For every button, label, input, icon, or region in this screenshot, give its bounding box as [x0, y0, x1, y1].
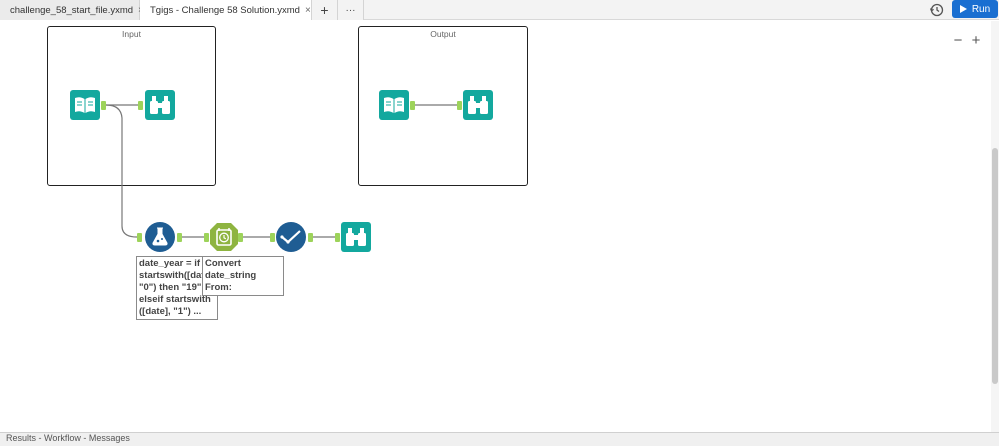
output-anchor[interactable] — [308, 233, 313, 242]
close-icon[interactable]: × — [305, 5, 311, 16]
zoom-in-button[interactable]: + — [967, 31, 985, 49]
input-anchor[interactable] — [335, 233, 340, 242]
container-title: Input — [122, 29, 141, 39]
tab-label: Tgigs - Challenge 58 Solution.yxmd — [150, 4, 300, 16]
output-anchor[interactable] — [177, 233, 182, 242]
output-anchor[interactable] — [410, 101, 415, 110]
open-book-icon[interactable] — [70, 90, 100, 120]
play-icon — [959, 5, 967, 13]
results-panel-label: Results - Workflow - Messages — [6, 433, 130, 443]
document-tab-bar: challenge_58_start_file.yxmd × Tgigs - C… — [0, 0, 999, 20]
binoculars-icon[interactable] — [463, 90, 493, 120]
input-anchor[interactable] — [457, 101, 462, 110]
output-anchor[interactable] — [238, 233, 243, 242]
tab-challenge-58-solution[interactable]: Tgigs - Challenge 58 Solution.yxmd × — [140, 0, 312, 20]
tab-challenge-58-start-file[interactable]: challenge_58_start_file.yxmd × — [0, 0, 144, 20]
container-title: Output — [430, 29, 456, 39]
input-anchor[interactable] — [270, 233, 275, 242]
clock-icon[interactable] — [209, 222, 239, 252]
scrollbar-thumb[interactable] — [992, 148, 998, 384]
binoculars-icon[interactable] — [145, 90, 175, 120]
datetime-annotation: Convert date_string From: yyyyMMdd — [202, 256, 284, 296]
flask-icon[interactable] — [145, 222, 175, 252]
checkmark-icon[interactable] — [276, 222, 306, 252]
open-book-icon[interactable] — [379, 90, 409, 120]
alteryx-designer-window: challenge_58_start_file.yxmd × Tgigs - C… — [0, 0, 999, 446]
input-anchor[interactable] — [138, 101, 143, 110]
run-button[interactable]: Run — [952, 0, 998, 18]
zoom-out-button[interactable]: − — [949, 31, 967, 49]
binoculars-icon[interactable] — [341, 222, 371, 252]
results-panel-bar[interactable]: Results - Workflow - Messages — [0, 432, 999, 446]
more-tabs-button[interactable]: ··· — [338, 0, 364, 20]
add-tab-button[interactable]: + — [312, 0, 338, 20]
input-anchor[interactable] — [137, 233, 142, 242]
tab-label: challenge_58_start_file.yxmd — [10, 4, 134, 16]
run-label: Run — [971, 3, 991, 15]
output-anchor[interactable] — [101, 101, 106, 110]
history-icon[interactable] — [929, 2, 945, 18]
